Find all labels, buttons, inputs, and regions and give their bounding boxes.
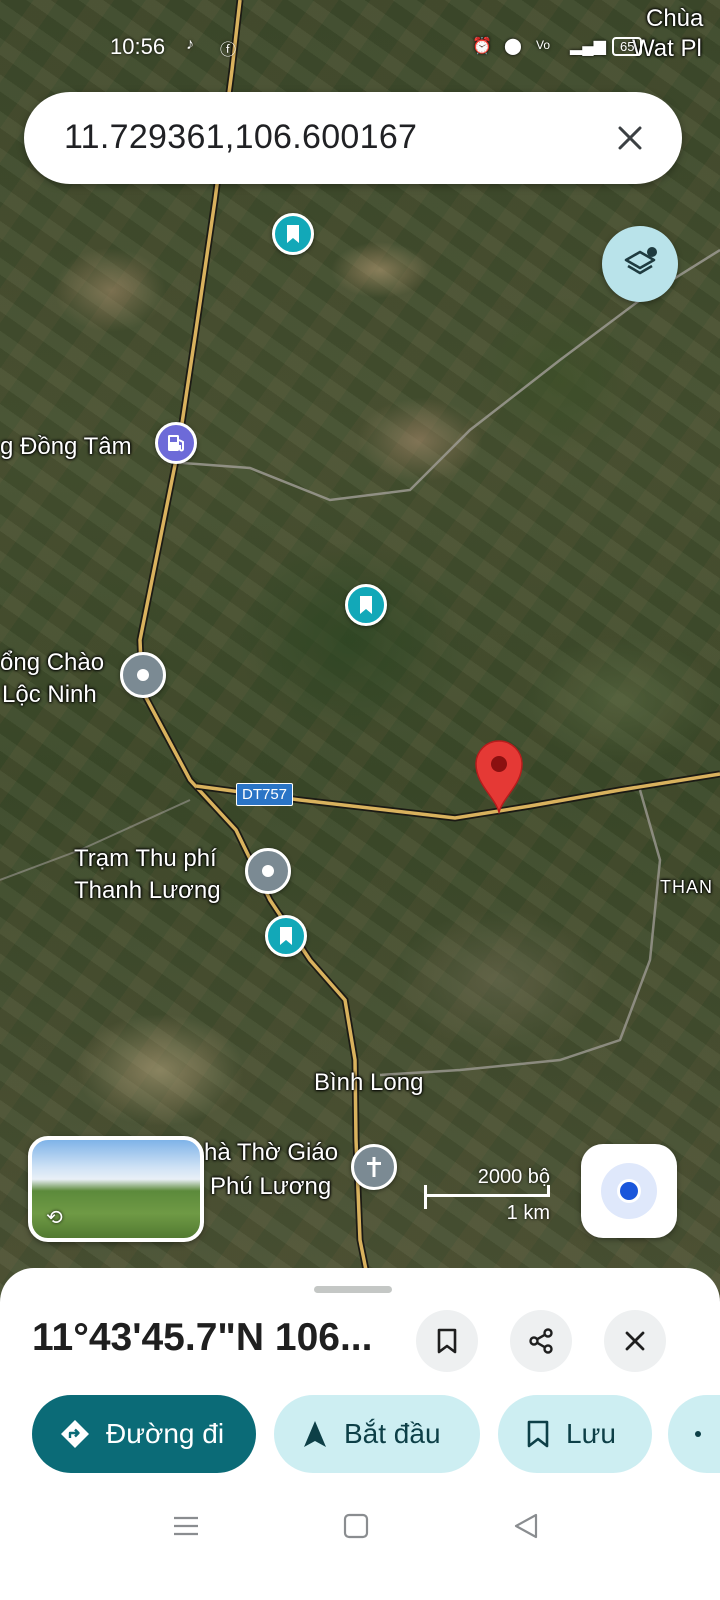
back-button[interactable] <box>506 1506 546 1546</box>
rotate-360-icon: ⟲ <box>46 1207 63 1229</box>
status-bar: 10:56 ♪ ⓕ ⏰ ⬤ Vo ▂▄▆ 65 <box>0 28 720 68</box>
save-button[interactable]: Lưu <box>498 1395 652 1473</box>
road-network <box>0 0 720 1300</box>
my-location-button[interactable] <box>581 1144 677 1238</box>
road-shield-dt757: DT757 <box>236 783 294 806</box>
dot-icon <box>137 669 149 681</box>
bookmark-outline-icon <box>437 1328 457 1354</box>
bookmark-icon <box>360 596 372 614</box>
bookmark-outline-icon <box>527 1420 549 1448</box>
recent-apps-button[interactable] <box>166 1506 206 1546</box>
navigation-arrow-icon <box>304 1421 326 1447</box>
search-input[interactable]: 11.729361,106.600167 <box>64 118 417 157</box>
map-label-cong-chao-2[interactable]: Lộc Ninh <box>2 680 97 710</box>
directions-icon <box>61 1420 89 1448</box>
volte-icon: Vo <box>536 38 551 52</box>
tiktok-icon: ♪ <box>186 36 194 53</box>
map-label-tram-2[interactable]: Thanh Lương <box>74 876 221 906</box>
church-pin[interactable] <box>351 1144 397 1190</box>
layers-button[interactable] <box>602 226 678 302</box>
map-label-dong-tam[interactable]: g Đồng Tâm <box>0 432 132 462</box>
status-time: 10:56 <box>110 34 166 59</box>
map-label-binh-long[interactable]: Bình Long <box>314 1068 423 1098</box>
directions-button[interactable]: Đường đi <box>32 1395 256 1473</box>
landmark-pin[interactable] <box>120 652 166 698</box>
search-bar[interactable]: 11.729361,106.600167 <box>24 92 682 184</box>
cross-icon <box>367 1157 381 1177</box>
saved-place-pin[interactable] <box>272 213 314 255</box>
start-navigation-button[interactable]: Bắt đầu <box>274 1395 480 1473</box>
map-label-church-2[interactable]: Phú Lương <box>210 1172 331 1202</box>
directions-label: Đường đi <box>106 1418 225 1449</box>
menu-icon <box>174 1516 198 1536</box>
scale-metric: 1 km <box>506 1202 550 1224</box>
map-label-church-1[interactable]: hà Thờ Giáo <box>204 1138 338 1168</box>
share-icon <box>695 1431 701 1437</box>
satellite-map[interactable]: Chùa Wat Pl g Đồng Tâm ổng Chào Lộc Ninh… <box>0 0 720 1300</box>
layers-icon <box>624 247 657 275</box>
street-view-thumbnail[interactable]: ⟲ <box>28 1136 204 1242</box>
map-label-than: THAN <box>660 877 713 897</box>
facebook-icon: ⓕ <box>220 42 237 59</box>
location-icon: ⬤ <box>504 38 522 55</box>
battery-icon: 65 <box>612 37 643 56</box>
close-icon <box>618 126 642 150</box>
my-location-icon <box>601 1163 657 1219</box>
scale-bar <box>424 1185 550 1209</box>
fuel-pump-icon <box>168 435 184 452</box>
save-icon-button[interactable] <box>416 1310 478 1372</box>
saved-place-pin[interactable] <box>265 915 307 957</box>
signal-icon: ▂▄▆ <box>570 38 606 55</box>
more-actions-chip[interactable] <box>668 1395 720 1473</box>
bookmark-icon <box>280 927 292 945</box>
close-sheet-button[interactable] <box>604 1310 666 1372</box>
place-title-coordinates: 11°43'45.7"N 106... <box>32 1316 373 1359</box>
system-navigation-bar <box>0 1490 720 1560</box>
gas-station-pin[interactable] <box>155 422 197 464</box>
back-triangle-icon <box>514 1513 538 1539</box>
scale-imperial: 2000 bộ <box>477 1166 550 1188</box>
close-icon <box>625 1331 645 1351</box>
clear-search-button[interactable] <box>606 114 654 162</box>
drag-handle[interactable] <box>314 1286 392 1293</box>
save-label: Lưu <box>566 1418 616 1449</box>
alarm-icon: ⏰ <box>472 38 492 55</box>
map-label-tram-1[interactable]: Trạm Thu phí <box>74 844 217 874</box>
share-button[interactable] <box>510 1310 572 1372</box>
dropped-pin-icon[interactable] <box>472 738 526 814</box>
dot-icon <box>262 865 274 877</box>
saved-place-pin[interactable] <box>345 584 387 626</box>
share-icon <box>529 1328 553 1354</box>
map-label-cong-chao-1[interactable]: ổng Chào <box>0 648 104 678</box>
map-scale: 2000 bộ 1 km <box>424 1166 554 1226</box>
square-icon <box>343 1513 369 1539</box>
toll-station-pin[interactable] <box>245 848 291 894</box>
start-label: Bắt đầu <box>344 1418 441 1449</box>
bookmark-icon <box>287 225 299 243</box>
home-button[interactable] <box>336 1506 376 1546</box>
